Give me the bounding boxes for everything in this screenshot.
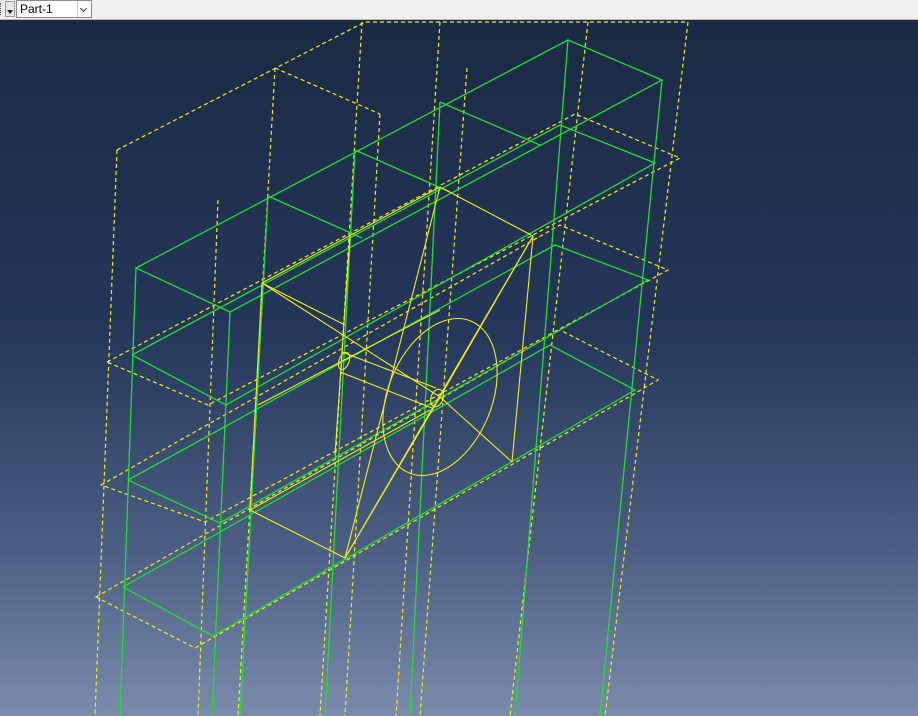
partition-edges xyxy=(249,186,534,559)
chevron-down-icon[interactable] xyxy=(77,1,91,17)
solid-band-3 xyxy=(122,344,637,637)
partition-face xyxy=(249,186,534,559)
dropdown-arrow-icon[interactable] xyxy=(5,1,15,17)
model-wireframe xyxy=(94,21,689,716)
part-select-value: Part-1 xyxy=(20,2,53,16)
datum-planes xyxy=(94,21,689,716)
viewport-canvas[interactable] xyxy=(0,20,918,716)
part-select[interactable]: Part-1 xyxy=(16,0,92,18)
datum-plane-vertical-a xyxy=(116,21,688,151)
toolbar-grip[interactable] xyxy=(0,3,4,15)
datum-plane-middle xyxy=(99,224,670,523)
solid-band-2 xyxy=(127,244,650,524)
toolbar: Part-1 xyxy=(0,0,918,20)
datum-plane-bottom xyxy=(94,329,660,649)
